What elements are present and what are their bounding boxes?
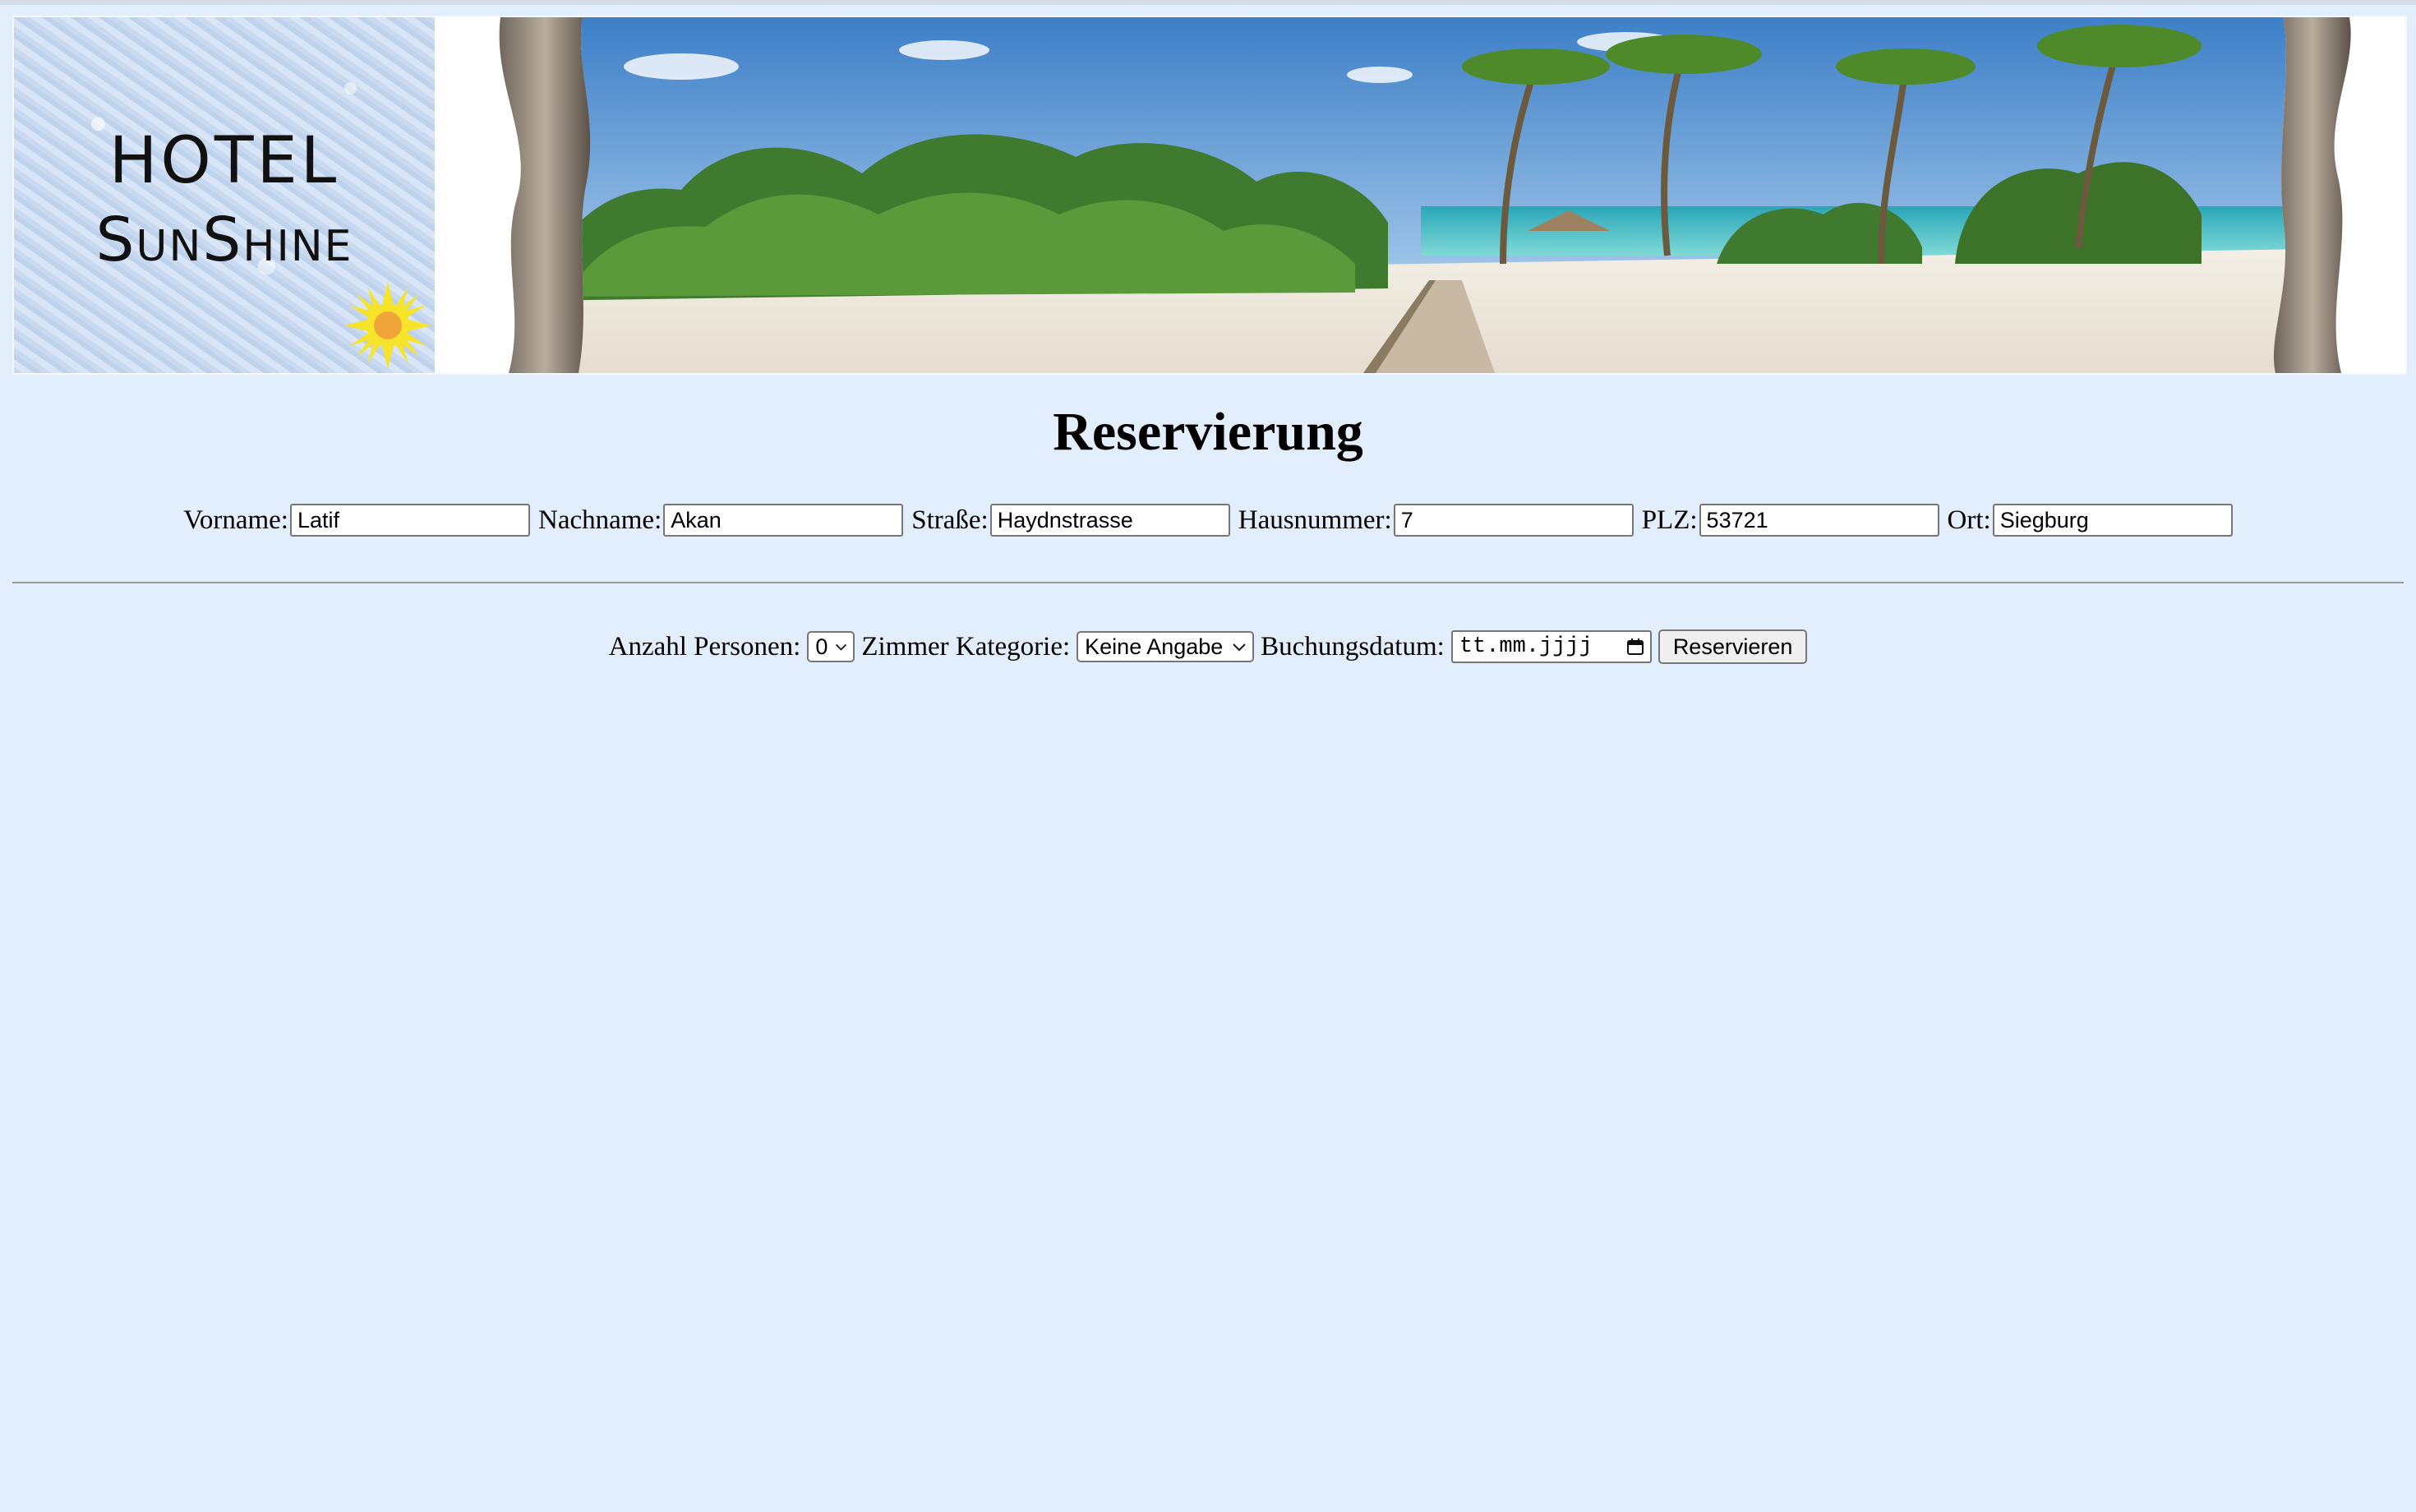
- beach-banner-image: [435, 17, 2405, 373]
- hotel-logo: HOTEL SunShine: [14, 17, 435, 373]
- chevron-down-icon: [1233, 643, 1246, 652]
- reservieren-button[interactable]: Reservieren: [1658, 629, 1808, 664]
- nachname-label: Nachname:: [537, 505, 662, 535]
- ort-label: Ort:: [1947, 505, 1991, 535]
- logo-text-hotel: HOTEL: [108, 124, 340, 198]
- sun-icon: [344, 282, 431, 369]
- category-select-value: Keine Angabe: [1085, 634, 1224, 659]
- plz-label: PLZ:: [1641, 505, 1698, 535]
- header-banner: HOTEL SunShine: [12, 16, 2407, 375]
- category-label: Zimmer Kategorie:: [861, 631, 1071, 662]
- strasse-label: Straße:: [911, 505, 989, 535]
- category-select[interactable]: Keine Angabe: [1077, 631, 1255, 662]
- chevron-down-icon: [836, 643, 847, 651]
- personal-data-form: Vorname: Nachname: Straße: Hausnummer: P…: [0, 501, 2416, 539]
- booking-date-input[interactable]: tt.mm.jjjj: [1450, 630, 1652, 663]
- vorname-label: Vorname:: [183, 505, 288, 535]
- top-edge: [0, 0, 2416, 5]
- hausnummer-input[interactable]: [1393, 504, 1634, 537]
- logo-text-sunshine: SunShine: [95, 205, 353, 275]
- nachname-input[interactable]: [663, 504, 904, 537]
- date-label: Buchungsdatum:: [1261, 631, 1445, 662]
- ort-input[interactable]: [1992, 504, 2233, 537]
- persons-select-value: 0: [815, 634, 828, 659]
- calendar-icon[interactable]: [1625, 637, 1645, 657]
- hausnummer-label: Hausnummer:: [1238, 505, 1392, 535]
- persons-select[interactable]: 0: [807, 631, 855, 662]
- page-title: Reservierung: [1053, 402, 1363, 462]
- vorname-input[interactable]: [289, 504, 530, 537]
- plz-input[interactable]: [1699, 504, 1939, 537]
- persons-label: Anzahl Personen:: [608, 631, 801, 662]
- horizontal-divider: [12, 582, 2404, 583]
- strasse-input[interactable]: [989, 504, 1230, 537]
- booking-form: Anzahl Personen: 0 Zimmer Kategorie: Kei…: [0, 628, 2416, 666]
- date-placeholder: tt.mm.jjjj: [1459, 634, 1593, 659]
